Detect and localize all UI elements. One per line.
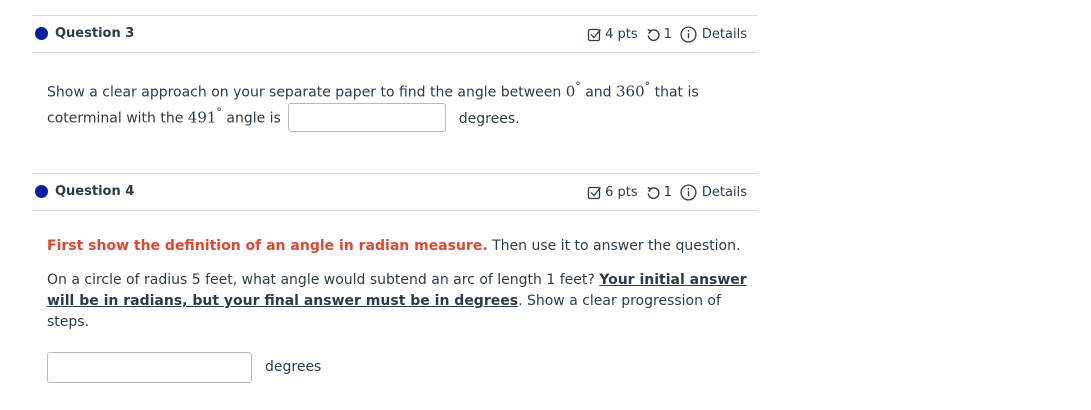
points-checkbox-icon: [587, 27, 602, 42]
prompt-text: On a circle of radius 5 feet, what angle…: [47, 272, 600, 288]
info-icon[interactable]: [680, 26, 697, 43]
degree-symbol: °: [216, 106, 222, 119]
answer-input[interactable]: [47, 351, 252, 383]
instruction-highlight: First show the definition of an angle in…: [47, 238, 488, 254]
question-title: Question 3: [55, 26, 135, 41]
prompt-emphasis: will be in radians, but your final answe…: [47, 293, 519, 309]
question-text: coterminal with the: [47, 110, 188, 127]
question-4-header: Question 4 6 pts 1 Details: [32, 173, 758, 211]
instruction-text: Then use it to answer the question.: [487, 238, 741, 254]
question-3-line-2: coterminal with the 491° angle is degree…: [47, 101, 747, 132]
question-text: that is: [650, 84, 699, 101]
points-checkbox-icon: [587, 185, 602, 200]
details-link[interactable]: Details: [702, 185, 747, 200]
question-title: Question 4: [55, 184, 135, 199]
question-3-body: Show a clear approach on your separate p…: [47, 75, 747, 132]
unit-label: degrees.: [458, 110, 520, 127]
attempts-count: 1: [663, 27, 672, 42]
math-value: 0: [565, 82, 576, 101]
prompt-emphasis: Your initial answer: [599, 272, 747, 288]
question-text: angle is: [221, 110, 281, 127]
question-text: and: [580, 84, 616, 101]
attempts-count: 1: [663, 185, 672, 200]
question-3-header: Question 3 4 pts 1 Details: [32, 15, 758, 53]
retry-icon: [646, 185, 661, 200]
question-meta: 4 pts 1 Details: [587, 26, 747, 43]
question-3-line-1: Show a clear approach on your separate p…: [47, 75, 747, 101]
answer-input[interactable]: [288, 102, 447, 132]
degree-symbol: °: [575, 80, 581, 93]
points-label: 6 pts: [605, 185, 638, 200]
retry-icon: [646, 27, 661, 42]
math-value: 491: [187, 108, 217, 127]
question-meta: 6 pts 1 Details: [587, 184, 747, 201]
question-3: Question 3 4 pts 1 Details: [32, 15, 758, 53]
info-icon[interactable]: [680, 184, 697, 201]
question-status-dot: [35, 185, 48, 198]
points-label: 4 pts: [605, 27, 638, 42]
details-link[interactable]: Details: [702, 27, 747, 42]
question-4-answer: degrees: [47, 351, 321, 383]
question-4: Question 4 6 pts 1 Details: [32, 173, 758, 211]
question-4-prompt: On a circle of radius 5 feet, what angle…: [47, 270, 757, 333]
unit-label: degrees: [265, 359, 322, 375]
question-text: Show a clear approach on your separate p…: [47, 84, 566, 101]
degree-symbol: °: [644, 80, 651, 93]
question-status-dot: [35, 27, 48, 40]
math-value: 360: [616, 82, 645, 101]
question-4-instruction: First show the definition of an angle in…: [47, 233, 757, 259]
question-4-body: First show the definition of an angle in…: [47, 233, 757, 333]
